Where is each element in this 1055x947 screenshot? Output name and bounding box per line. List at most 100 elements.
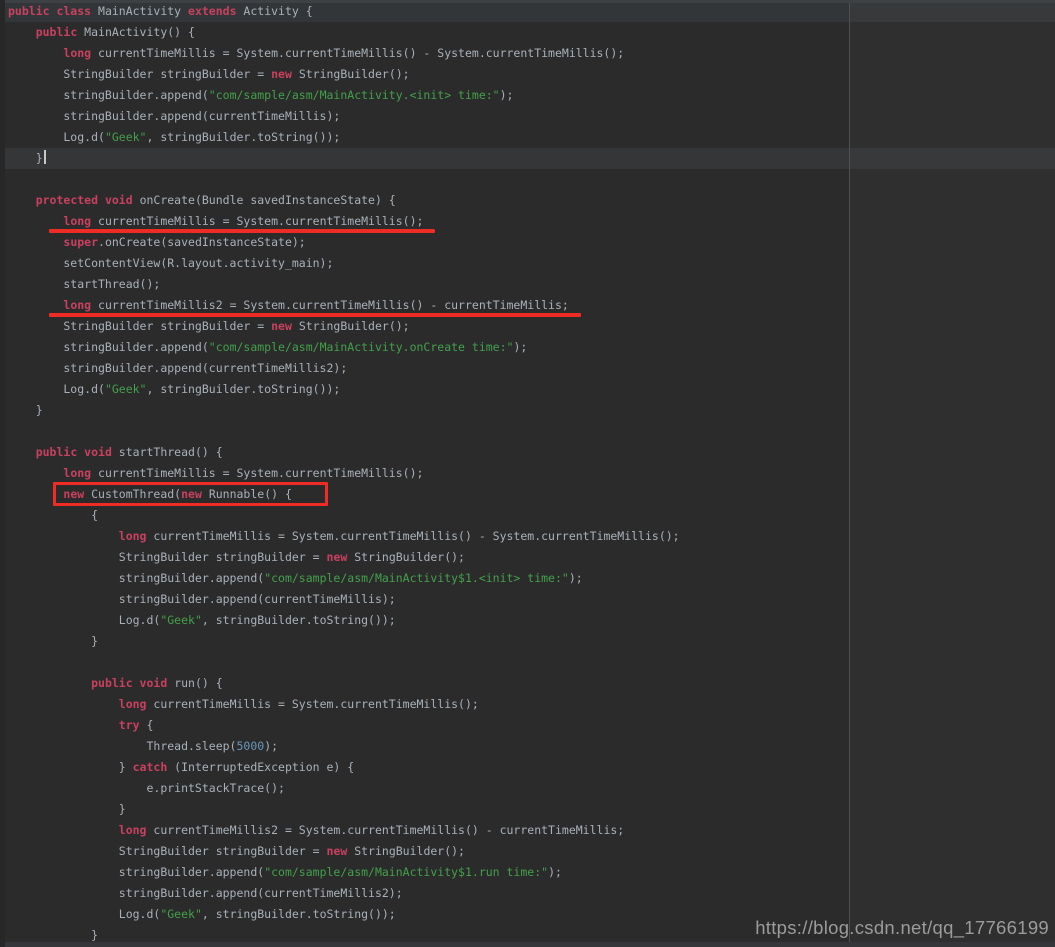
editor-bottom-edge bbox=[0, 942, 1055, 947]
red-box-annotation bbox=[53, 482, 328, 506]
code-line[interactable]: long currentTimeMillis = System.currentT… bbox=[0, 43, 1055, 64]
right-margin-guide-line bbox=[849, 0, 850, 947]
code-token: Activity { bbox=[243, 4, 313, 18]
red-underline-annotation bbox=[49, 313, 581, 317]
code-token: public void bbox=[35, 445, 119, 459]
code-line[interactable]: startThread(); bbox=[0, 274, 1055, 295]
red-underline-annotation bbox=[49, 229, 436, 233]
code-line[interactable]: super.onCreate(savedInstanceState); bbox=[0, 232, 1055, 253]
code-line[interactable]: long currentTimeMillis2 = System.current… bbox=[0, 820, 1055, 841]
code-line[interactable]: try { bbox=[0, 715, 1055, 736]
code-line[interactable]: stringBuilder.append(currentTimeMillis2)… bbox=[0, 358, 1055, 379]
code-line[interactable]: public void startThread() { bbox=[0, 442, 1055, 463]
code-line[interactable]: stringBuilder.append(currentTimeMillis); bbox=[0, 106, 1055, 127]
code-line[interactable]: StringBuilder stringBuilder = new String… bbox=[0, 841, 1055, 862]
editor-gutter bbox=[0, 0, 5, 947]
code-token: Log.d( bbox=[8, 907, 161, 921]
code-line[interactable]: } bbox=[0, 400, 1055, 421]
code-token: ); bbox=[264, 739, 279, 753]
code-line[interactable] bbox=[0, 652, 1055, 673]
code-line[interactable]: } bbox=[0, 631, 1055, 652]
code-line[interactable]: Log.d("Geek", stringBuilder.toString()); bbox=[0, 127, 1055, 148]
code-token: new bbox=[326, 550, 355, 564]
code-line[interactable]: StringBuilder stringBuilder = new String… bbox=[0, 64, 1055, 85]
code-token: setContentView(R.layout.activity_main); bbox=[8, 256, 334, 270]
code-line[interactable]: stringBuilder.append("com/sample/asm/Mai… bbox=[0, 568, 1055, 589]
code-line[interactable] bbox=[0, 421, 1055, 442]
code-token: (InterruptedException e) { bbox=[174, 760, 355, 774]
code-token: public void bbox=[91, 676, 175, 690]
code-line[interactable]: long currentTimeMillis2 = System.current… bbox=[0, 295, 1055, 317]
code-token: StringBuilder stringBuilder = bbox=[8, 67, 272, 81]
code-editor[interactable]: public class MainActivity extends Activi… bbox=[0, 0, 1055, 947]
code-token: "com/sample/asm/MainActivity$1.<init> ti… bbox=[264, 571, 569, 585]
code-line[interactable]: public void run() { bbox=[0, 673, 1055, 694]
code-line[interactable]: public MainActivity() { bbox=[0, 22, 1055, 43]
code-token: currentTimeMillis = System.currentTimeMi… bbox=[98, 466, 424, 480]
code-line[interactable]: stringBuilder.append("com/sample/asm/Mai… bbox=[0, 862, 1055, 883]
code-line[interactable]: stringBuilder.append("com/sample/asm/Mai… bbox=[0, 85, 1055, 106]
code-line[interactable]: setContentView(R.layout.activity_main); bbox=[0, 253, 1055, 274]
code-line[interactable]: stringBuilder.append(currentTimeMillis2)… bbox=[0, 883, 1055, 904]
code-token: StringBuilder(); bbox=[298, 67, 410, 81]
code-token: e.printStackTrace(); bbox=[8, 781, 285, 795]
code-line[interactable]: protected void onCreate(Bundle savedInst… bbox=[0, 190, 1055, 211]
code-line[interactable]: e.printStackTrace(); bbox=[0, 778, 1055, 799]
code-token: onCreate(Bundle savedInstanceState) { bbox=[139, 193, 396, 207]
code-line[interactable]: long currentTimeMillis = System.currentT… bbox=[0, 463, 1055, 484]
code-token: long bbox=[118, 823, 154, 837]
code-line[interactable]: } bbox=[0, 799, 1055, 820]
code-token: Thread.sleep( bbox=[8, 739, 237, 753]
code-token: ); bbox=[548, 865, 562, 879]
code-token: , stringBuilder.toString()); bbox=[201, 613, 396, 627]
code-token: MainActivity bbox=[98, 4, 189, 18]
code-line[interactable]: long currentTimeMillis = System.currentT… bbox=[0, 694, 1055, 715]
code-token: new bbox=[271, 67, 299, 81]
code-line[interactable]: } bbox=[0, 148, 1055, 169]
code-token: , stringBuilder.toString()); bbox=[146, 382, 341, 396]
code-token: long bbox=[118, 697, 154, 711]
code-line[interactable] bbox=[0, 169, 1055, 190]
code-token: } bbox=[8, 403, 43, 417]
code-line[interactable]: long currentTimeMillis = System.currentT… bbox=[0, 211, 1055, 233]
editor-top-edge bbox=[0, 0, 1055, 3]
code-line[interactable]: StringBuilder stringBuilder = new String… bbox=[0, 316, 1055, 337]
code-token: } bbox=[8, 151, 43, 165]
code-token: Log.d( bbox=[8, 130, 105, 144]
code-token: currentTimeMillis2 = System.currentTimeM… bbox=[98, 298, 569, 312]
code-line[interactable]: long currentTimeMillis = System.currentT… bbox=[0, 526, 1055, 547]
code-line[interactable]: new CustomThread(new Runnable() { bbox=[0, 482, 1055, 506]
code-token: } bbox=[8, 928, 99, 942]
code-token: new bbox=[326, 844, 355, 858]
code-token: { bbox=[8, 508, 99, 522]
code-token: run() { bbox=[174, 676, 223, 690]
code-line[interactable]: Thread.sleep(5000); bbox=[0, 736, 1055, 757]
code-line[interactable]: stringBuilder.append("com/sample/asm/Mai… bbox=[0, 337, 1055, 358]
code-token: StringBuilder stringBuilder = bbox=[8, 550, 327, 564]
code-line[interactable]: StringBuilder stringBuilder = new String… bbox=[0, 547, 1055, 568]
code-line[interactable]: Log.d("Geek", stringBuilder.toString()); bbox=[0, 379, 1055, 400]
code-token: super bbox=[63, 235, 99, 249]
code-line[interactable]: stringBuilder.append(currentTimeMillis); bbox=[0, 589, 1055, 610]
code-token: MainActivity() { bbox=[84, 25, 195, 39]
code-token: "Geek" bbox=[104, 382, 147, 396]
code-line[interactable]: Log.d("Geek", stringBuilder.toString()); bbox=[0, 610, 1055, 631]
code-token: stringBuilder.append( bbox=[8, 571, 265, 585]
code-line[interactable]: { bbox=[0, 505, 1055, 526]
code-token: stringBuilder.append( bbox=[8, 340, 209, 354]
code-token: extends bbox=[188, 4, 244, 18]
code-token: try bbox=[118, 718, 147, 732]
code-line[interactable]: public class MainActivity extends Activi… bbox=[0, 1, 1055, 22]
text-caret bbox=[43, 150, 46, 164]
code-area[interactable]: public class MainActivity extends Activi… bbox=[0, 1, 1055, 946]
code-token: StringBuilder stringBuilder = bbox=[8, 844, 327, 858]
code-token: , stringBuilder.toString()); bbox=[201, 907, 396, 921]
code-token: protected void bbox=[35, 193, 140, 207]
code-token: .onCreate(savedInstanceState); bbox=[98, 235, 306, 249]
code-line[interactable]: } catch (InterruptedException e) { bbox=[0, 757, 1055, 778]
